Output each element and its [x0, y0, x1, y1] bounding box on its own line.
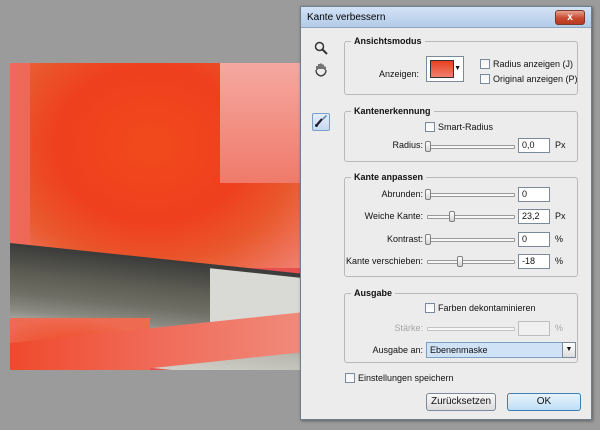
refine-radius-brush-icon[interactable]: [312, 113, 330, 131]
adjust-edge-group: Kante anpassen Abrunden: 0 Weiche Kante:…: [344, 172, 578, 277]
magnifier-icon[interactable]: [312, 41, 330, 59]
output-legend: Ausgabe: [351, 288, 396, 298]
output-group: Ausgabe Farben dekontaminieren Stärke: %…: [344, 288, 578, 363]
feather-value-field[interactable]: 23,2: [518, 209, 550, 224]
radius-unit: Px: [555, 140, 566, 150]
chevron-down-icon: ▼: [454, 65, 461, 72]
smooth-value-field[interactable]: 0: [518, 187, 550, 202]
show-label: Anzeigen:: [379, 69, 420, 79]
close-button[interactable]: x: [555, 10, 585, 25]
edge-detection-group: Kantenerkennung Smart-Radius Radius: 0,0…: [344, 106, 578, 162]
smart-radius-checkbox[interactable]: [425, 122, 435, 132]
feather-label: Weiche Kante:: [364, 211, 423, 221]
amount-value-field[interactable]: [518, 321, 550, 336]
shift-edge-slider[interactable]: [427, 256, 515, 267]
view-mode-group: Ansichtsmodus Anzeigen: ▼ Radius anzeige…: [344, 36, 578, 95]
remember-settings-checkbox[interactable]: [345, 373, 355, 383]
output-to-select[interactable]: Ebenenmaske ▼: [426, 342, 576, 358]
contrast-slider[interactable]: [425, 234, 515, 245]
document-canvas[interactable]: [10, 63, 300, 370]
shift-edge-label: Kante verschieben:: [345, 256, 423, 266]
title-bar: Kante verbessern x: [301, 7, 591, 28]
show-original-checkbox[interactable]: [480, 74, 490, 84]
view-mode-thumbnail: [430, 60, 454, 78]
smooth-label: Abrunden:: [381, 189, 423, 199]
feather-slider-thumb[interactable]: [448, 211, 455, 222]
chevron-down-icon[interactable]: ▼: [562, 342, 576, 358]
contrast-label: Kontrast:: [386, 234, 423, 244]
remember-settings-label: Einstellungen speichern: [358, 373, 454, 383]
output-to-label: Ausgabe an:: [372, 345, 423, 355]
shift-edge-slider-thumb[interactable]: [456, 256, 463, 267]
view-mode-legend: Ansichtsmodus: [351, 36, 425, 46]
amount-slider[interactable]: [427, 327, 515, 331]
feather-slider[interactable]: [427, 211, 515, 222]
feather-unit: Px: [555, 211, 566, 221]
refine-edge-dialog: Kante verbessern x Ansichtsmodus Anzeige…: [300, 6, 592, 420]
decontaminate-label: Farben dekontaminieren: [438, 303, 536, 313]
hand-icon[interactable]: [312, 62, 330, 80]
amount-unit: %: [555, 323, 564, 333]
smart-radius-label: Smart-Radius: [438, 122, 494, 132]
canvas-region: [220, 63, 300, 183]
contrast-value-field[interactable]: 0: [518, 232, 550, 247]
show-radius-label: Radius anzeigen (J): [493, 59, 574, 69]
radius-value-field[interactable]: 0,0: [518, 138, 550, 153]
dialog-title: Kante verbessern: [307, 12, 386, 23]
decontaminate-checkbox[interactable]: [425, 303, 435, 313]
view-mode-dropdown[interactable]: ▼: [426, 56, 464, 82]
show-original-label: Original anzeigen (P): [493, 74, 578, 84]
output-to-value: Ebenenmaske: [430, 345, 488, 355]
radius-label: Radius:: [392, 140, 423, 150]
smooth-slider-thumb[interactable]: [425, 189, 431, 200]
contrast-slider-thumb[interactable]: [425, 234, 431, 245]
ok-button[interactable]: OK: [507, 393, 581, 411]
shift-edge-unit: %: [555, 256, 564, 266]
adjust-edge-legend: Kante anpassen: [351, 172, 427, 182]
close-icon: x: [567, 12, 573, 23]
shift-edge-value-field[interactable]: -18: [518, 254, 550, 269]
radius-slider-thumb[interactable]: [425, 141, 431, 152]
amount-label: Stärke:: [394, 323, 423, 333]
contrast-unit: %: [555, 234, 564, 244]
radius-slider[interactable]: [425, 141, 515, 152]
edge-detection-legend: Kantenerkennung: [351, 106, 434, 116]
smooth-slider[interactable]: [425, 189, 515, 200]
reset-button[interactable]: Zurücksetzen: [426, 393, 496, 411]
show-radius-checkbox[interactable]: [480, 59, 490, 69]
